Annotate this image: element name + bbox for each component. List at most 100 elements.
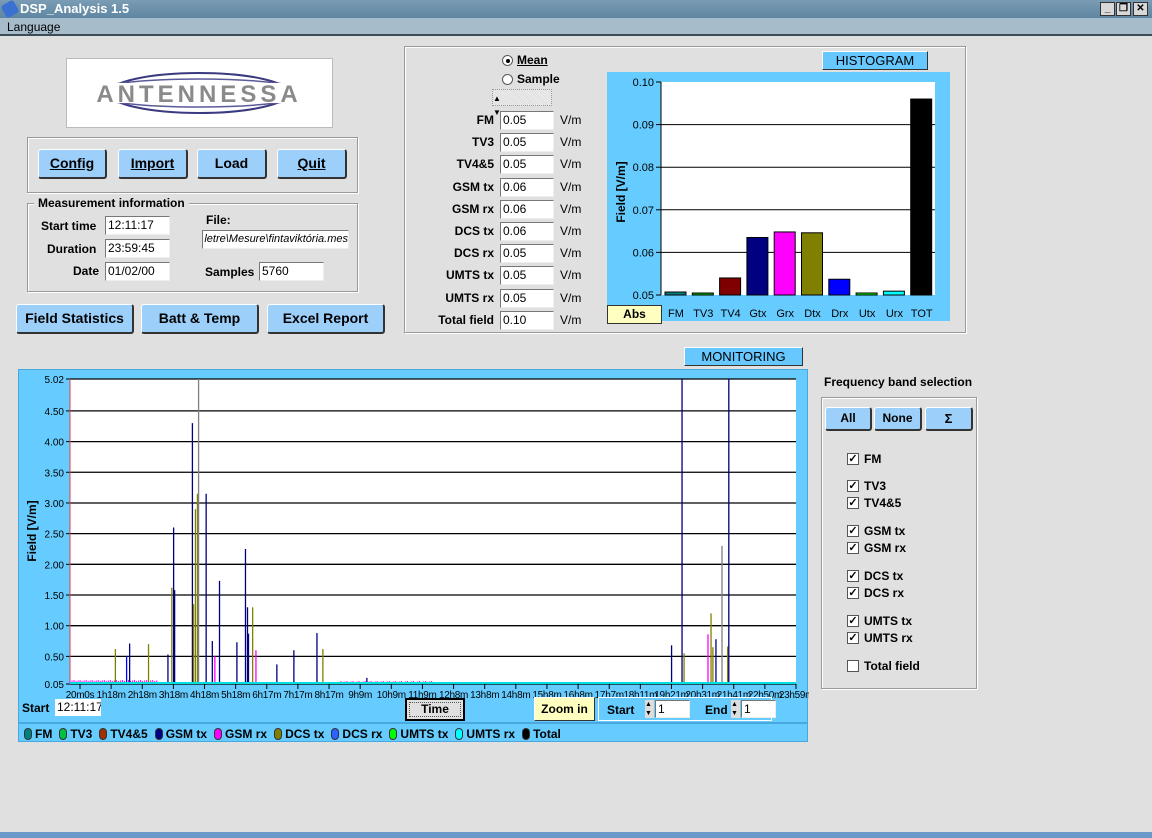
- svg-text:ANTENNESSA: ANTENNESSA: [96, 81, 301, 108]
- band-label: DCS tx: [454, 224, 494, 238]
- band-value-field[interactable]: 0.06: [500, 199, 554, 219]
- legend-swatch-icon: [24, 727, 32, 740]
- y-tick-label: 0.07: [633, 205, 654, 217]
- y-tick-label: 3.00: [45, 499, 65, 510]
- legend-item[interactable]: GSM rx: [211, 726, 268, 741]
- histogram-bar: [746, 236, 769, 296]
- file-label: File:: [206, 213, 231, 227]
- config-button[interactable]: Config: [38, 149, 107, 179]
- legend-item[interactable]: UMTS tx: [386, 726, 449, 741]
- band-value-field[interactable]: 0.05: [500, 244, 554, 264]
- batt-temp-button[interactable]: Batt & Temp: [141, 304, 259, 334]
- band-checkbox[interactable]: ✓ TV4&5: [847, 496, 901, 510]
- start-time-field[interactable]: 12:11:17: [105, 216, 170, 235]
- sample-spinner[interactable]: ▲ ▼: [492, 89, 552, 117]
- import-button[interactable]: Import: [118, 149, 188, 179]
- category-label: Grx: [776, 308, 794, 320]
- restore-button[interactable]: ❐: [1116, 2, 1131, 16]
- legend-item[interactable]: TV4&5: [96, 726, 148, 741]
- legend-item[interactable]: Total: [519, 726, 561, 741]
- date-field[interactable]: 01/02/00: [105, 262, 170, 281]
- band-value-field[interactable]: 0.05: [500, 288, 554, 308]
- x-tick-label: 3h18m: [159, 690, 188, 701]
- band-checkbox[interactable]: ✓ UMTS rx: [847, 631, 913, 645]
- minimize-button[interactable]: _: [1100, 2, 1115, 16]
- band-value-field[interactable]: 0.06: [500, 222, 554, 241]
- band-value-field[interactable]: 0.05: [500, 111, 554, 130]
- band-value-field[interactable]: 0.05: [500, 155, 554, 175]
- plot-area: [661, 82, 935, 295]
- category-label: TOT: [911, 308, 933, 320]
- band-value-field[interactable]: 0.05: [500, 133, 554, 153]
- range-start-field[interactable]: 1: [655, 700, 690, 718]
- radio-selected-icon: [502, 54, 513, 66]
- band-unit: V/m: [560, 113, 582, 127]
- field-statistics-button[interactable]: Field Statistics: [16, 304, 134, 334]
- excel-report-button[interactable]: Excel Report: [267, 304, 385, 334]
- legend-swatch-icon: [522, 727, 531, 740]
- band-label: TV4&5: [456, 157, 494, 172]
- checkmark-icon: ✓: [847, 525, 859, 537]
- y-tick-label: 1.00: [45, 622, 65, 633]
- monitoring-svg: 5.02 4.50 4.00 3.50 3.00 2.50 2.00 1.50 1.00 0.50…: [25, 375, 813, 701]
- zoom-in-button[interactable]: Zoom in: [534, 697, 595, 721]
- sample-radio[interactable]: Sample: [502, 72, 560, 86]
- band-label: UMTS rx: [445, 290, 494, 305]
- legend-item[interactable]: TV3: [56, 726, 93, 741]
- mean-radio[interactable]: Mean: [502, 53, 548, 67]
- legend-item[interactable]: FM: [21, 726, 53, 741]
- legend-item[interactable]: DCS rx: [328, 726, 383, 741]
- range-end-field[interactable]: 1: [741, 700, 776, 718]
- band-value-field[interactable]: 0.06: [500, 177, 554, 197]
- band-checkbox[interactable]: ✓ FM: [847, 452, 881, 466]
- range-end-label: End: [705, 703, 728, 717]
- x-tick-label: 4h18m: [190, 690, 219, 701]
- band-checkbox[interactable]: Total field: [847, 659, 920, 673]
- monitor-start-field[interactable]: 12:11:17: [55, 699, 101, 716]
- menu-language[interactable]: Language: [7, 20, 60, 34]
- quit-button[interactable]: Quit: [277, 149, 347, 179]
- x-tick-label: 7h17m: [283, 690, 312, 701]
- abs-button[interactable]: Abs: [607, 305, 662, 324]
- title-bar: DSP_Analysis 1.5: [0, 0, 1152, 18]
- y-tick-label: 1.50: [45, 591, 65, 602]
- close-button[interactable]: ✕: [1133, 2, 1148, 16]
- category-label: FM: [668, 308, 684, 320]
- category-label: TV4: [721, 308, 741, 320]
- category-label: Dtx: [804, 308, 821, 320]
- band-checkbox[interactable]: ✓ DCS tx: [847, 569, 903, 583]
- band-checkbox[interactable]: ✓ UMTS tx: [847, 614, 912, 628]
- band-label: DCS rx: [453, 246, 494, 261]
- all-button[interactable]: All: [825, 407, 872, 431]
- time-button[interactable]: Time: [405, 698, 465, 721]
- band-checkbox[interactable]: ✓ GSM tx: [847, 524, 905, 538]
- histogram-bar: [664, 291, 687, 296]
- band-checkbox[interactable]: ✓ DCS rx: [847, 586, 904, 600]
- band-checkbox[interactable]: ✓ GSM rx: [847, 541, 906, 555]
- category-label: Drx: [831, 308, 849, 320]
- legend-swatch-icon: [59, 727, 68, 740]
- sum-button[interactable]: Σ: [925, 407, 973, 431]
- range-start-spinner[interactable]: ▲ ▼: [645, 700, 654, 718]
- y-axis-label: Field [V/m]: [614, 161, 628, 222]
- band-checkbox[interactable]: ✓ TV3: [847, 479, 886, 493]
- legend-item[interactable]: DCS tx: [271, 726, 325, 741]
- range-end-spinner[interactable]: ▲ ▼: [731, 700, 740, 718]
- none-button[interactable]: None: [874, 407, 922, 431]
- legend-item[interactable]: GSM tx: [151, 726, 208, 741]
- file-field[interactable]: letre\Mesure\fintaviktória.mes: [202, 230, 349, 249]
- category-label: TV3: [693, 308, 713, 320]
- histogram-bar: [801, 232, 823, 296]
- monitoring-legend: FM TV3 TV4&5 GSM tx GSM rx DCS tx DCS rx UMTS t…: [18, 722, 808, 742]
- x-tick-label: 13h8m: [470, 690, 499, 701]
- band-label: GSM rx: [451, 201, 494, 216]
- band-value-field[interactable]: 0.10: [500, 310, 554, 330]
- legend-swatch-icon: [331, 727, 340, 740]
- band-value-field[interactable]: 0.05: [500, 266, 554, 286]
- samples-field[interactable]: 5760: [259, 262, 324, 281]
- legend-item[interactable]: UMTS rx: [452, 726, 516, 741]
- x-tick-label: 8h17m: [315, 690, 344, 701]
- duration-field[interactable]: 23:59:45: [105, 239, 170, 258]
- load-button[interactable]: Load: [197, 149, 267, 179]
- checkmark-icon: ✓: [847, 615, 859, 627]
